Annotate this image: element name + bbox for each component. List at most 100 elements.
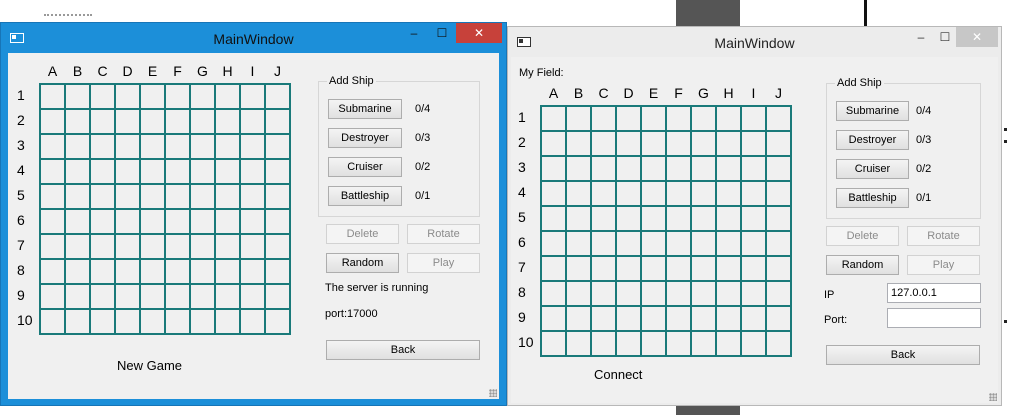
board-cell[interactable] <box>115 134 140 159</box>
submarine-button[interactable]: Submarine <box>836 101 909 121</box>
board-cell[interactable] <box>215 209 240 234</box>
board-cell[interactable] <box>240 284 265 309</box>
board-cell[interactable] <box>741 156 766 181</box>
board-cell[interactable] <box>265 109 290 134</box>
minimize-icon[interactable]: – <box>908 27 934 47</box>
board-cell[interactable] <box>716 106 741 131</box>
board-cell[interactable] <box>766 131 791 156</box>
board-cell[interactable] <box>40 309 65 334</box>
play-button[interactable]: Play <box>407 253 480 273</box>
board-cell[interactable] <box>140 309 165 334</box>
board-cell[interactable] <box>115 234 140 259</box>
destroyer-button[interactable]: Destroyer <box>836 130 909 150</box>
board-cell[interactable] <box>65 309 90 334</box>
board-cell[interactable] <box>240 209 265 234</box>
board-cell[interactable] <box>65 284 90 309</box>
board-cell[interactable] <box>641 206 666 231</box>
board-cell[interactable] <box>65 209 90 234</box>
board-cell[interactable] <box>616 156 641 181</box>
cruiser-button[interactable]: Cruiser <box>328 157 402 177</box>
board-cell[interactable] <box>115 209 140 234</box>
board-cell[interactable] <box>591 206 616 231</box>
board-cell[interactable] <box>591 231 616 256</box>
board-cell[interactable] <box>165 84 190 109</box>
board-cell[interactable] <box>691 281 716 306</box>
board-cell[interactable] <box>265 234 290 259</box>
maximize-icon[interactable]: ☐ <box>932 27 958 47</box>
board-cell[interactable] <box>541 156 566 181</box>
board-cell[interactable] <box>541 106 566 131</box>
board-cell[interactable] <box>691 256 716 281</box>
board-cell[interactable] <box>115 184 140 209</box>
board-cell[interactable] <box>90 84 115 109</box>
board-cell[interactable] <box>741 331 766 356</box>
board-cell[interactable] <box>766 206 791 231</box>
rotate-button[interactable]: Rotate <box>407 224 480 244</box>
board-cell[interactable] <box>716 131 741 156</box>
board-cell[interactable] <box>40 259 65 284</box>
board-cell[interactable] <box>716 231 741 256</box>
minimize-icon[interactable]: – <box>401 23 427 43</box>
board-cell[interactable] <box>641 256 666 281</box>
board-cell[interactable] <box>566 106 591 131</box>
board-cell[interactable] <box>190 109 215 134</box>
board-cell[interactable] <box>165 134 190 159</box>
board-cell[interactable] <box>65 259 90 284</box>
board-cell[interactable] <box>741 306 766 331</box>
board-cell[interactable] <box>215 309 240 334</box>
board-cell[interactable] <box>140 234 165 259</box>
board-cell[interactable] <box>65 234 90 259</box>
board-cell[interactable] <box>215 259 240 284</box>
board-cell[interactable] <box>115 109 140 134</box>
board-cell[interactable] <box>215 109 240 134</box>
board-cell[interactable] <box>716 281 741 306</box>
board-cell[interactable] <box>90 209 115 234</box>
board-cell[interactable] <box>616 331 641 356</box>
board-cell[interactable] <box>741 256 766 281</box>
game-board[interactable] <box>540 105 792 357</box>
board-cell[interactable] <box>240 109 265 134</box>
board-cell[interactable] <box>40 109 65 134</box>
board-cell[interactable] <box>766 256 791 281</box>
board-cell[interactable] <box>240 159 265 184</box>
ip-input[interactable] <box>887 283 981 303</box>
board-cell[interactable] <box>641 131 666 156</box>
board-cell[interactable] <box>90 259 115 284</box>
board-cell[interactable] <box>165 184 190 209</box>
board-cell[interactable] <box>215 184 240 209</box>
board-cell[interactable] <box>190 259 215 284</box>
board-cell[interactable] <box>90 134 115 159</box>
board-cell[interactable] <box>115 159 140 184</box>
board-cell[interactable] <box>190 284 215 309</box>
board-cell[interactable] <box>591 281 616 306</box>
close-icon[interactable]: ✕ <box>956 27 998 47</box>
title-bar[interactable]: MainWindow – ☐ ✕ <box>1 23 506 53</box>
board-cell[interactable] <box>215 234 240 259</box>
board-cell[interactable] <box>691 131 716 156</box>
board-cell[interactable] <box>240 134 265 159</box>
board-cell[interactable] <box>766 181 791 206</box>
board-cell[interactable] <box>215 84 240 109</box>
board-cell[interactable] <box>90 109 115 134</box>
board-cell[interactable] <box>691 181 716 206</box>
board-cell[interactable] <box>641 306 666 331</box>
board-cell[interactable] <box>666 156 691 181</box>
port-input[interactable] <box>887 308 981 328</box>
board-cell[interactable] <box>566 156 591 181</box>
board-cell[interactable] <box>741 281 766 306</box>
board-cell[interactable] <box>716 206 741 231</box>
cruiser-button[interactable]: Cruiser <box>836 159 909 179</box>
board-cell[interactable] <box>666 206 691 231</box>
board-cell[interactable] <box>616 181 641 206</box>
board-cell[interactable] <box>766 306 791 331</box>
board-cell[interactable] <box>265 209 290 234</box>
board-cell[interactable] <box>666 281 691 306</box>
board-cell[interactable] <box>140 259 165 284</box>
board-cell[interactable] <box>716 156 741 181</box>
board-cell[interactable] <box>591 256 616 281</box>
resize-grip-icon[interactable] <box>489 389 497 397</box>
board-cell[interactable] <box>140 284 165 309</box>
board-cell[interactable] <box>666 331 691 356</box>
board-cell[interactable] <box>766 331 791 356</box>
board-cell[interactable] <box>691 331 716 356</box>
